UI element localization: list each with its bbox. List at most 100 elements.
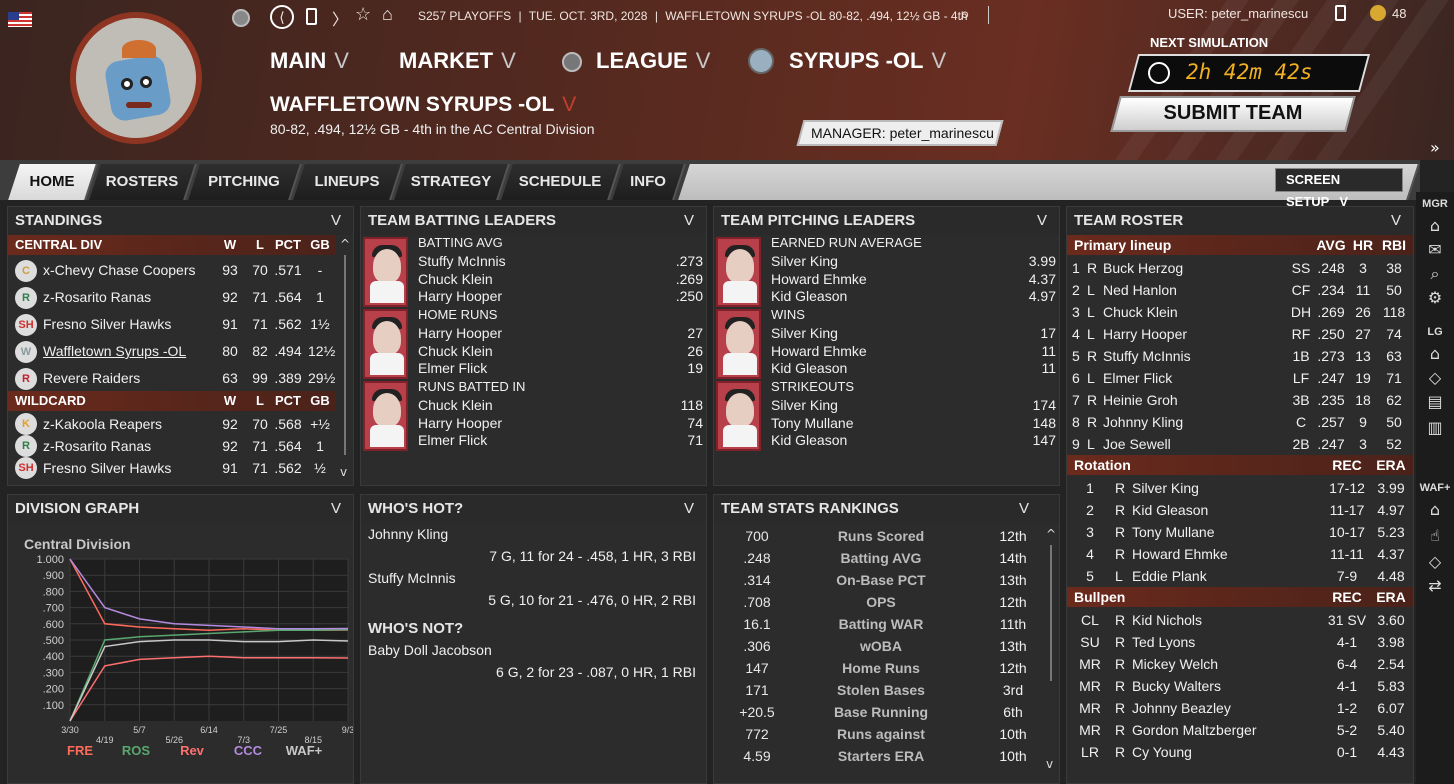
pitcher-name[interactable]: Kid Gleason bbox=[1132, 499, 1208, 521]
chevron-down-icon[interactable]: V bbox=[1037, 207, 1047, 235]
leader-player-name[interactable]: Kid Gleason bbox=[771, 431, 847, 449]
scrollbar[interactable] bbox=[1050, 545, 1052, 681]
leader-player-name[interactable]: Silver King bbox=[771, 252, 838, 270]
gear-icon[interactable]: ⚙ bbox=[1422, 288, 1448, 307]
chevron-down-icon[interactable]: V bbox=[331, 495, 341, 523]
team-name[interactable]: x-Chevy Chase Coopers bbox=[43, 257, 196, 284]
pitcher-row[interactable]: SU R Ted Lyons 4-1 3.98 bbox=[1067, 631, 1413, 653]
team-name[interactable]: WAFFLETOWN SYRUPS -OL V bbox=[270, 93, 576, 117]
phone-icon[interactable] bbox=[306, 8, 317, 25]
back-icon[interactable]: ⟨ bbox=[270, 5, 294, 29]
expand-icon[interactable]: » bbox=[1430, 138, 1440, 157]
leader-player-name[interactable]: Harry Hooper bbox=[418, 414, 502, 432]
standings-row[interactable]: SH Fresno Silver Hawks 91 71 .562 1½ bbox=[8, 311, 336, 338]
tab-strategy[interactable]: STRATEGY bbox=[394, 164, 510, 200]
lineup-row[interactable]: 4 L Harry Hooper RF .250 27 74 bbox=[1067, 323, 1413, 345]
leader-player-name[interactable]: Tony Mullane bbox=[771, 414, 854, 432]
hot-player-name[interactable]: Johnny Kling bbox=[368, 523, 448, 545]
lineup-row[interactable]: 6 L Elmer Flick LF .247 19 71 bbox=[1067, 367, 1413, 389]
pitcher-name[interactable]: Gordon Maltzberger bbox=[1132, 719, 1257, 741]
star-icon[interactable]: ☆ bbox=[355, 4, 371, 25]
pitcher-row[interactable]: 4 R Howard Ehmke 11-11 4.37 bbox=[1067, 543, 1413, 565]
search-icon[interactable]: ⌕ bbox=[1422, 264, 1448, 284]
tab-home[interactable]: HOME bbox=[8, 164, 98, 200]
leader-player-name[interactable]: Harry Hooper bbox=[418, 324, 502, 342]
team-name[interactable]: Fresno Silver Hawks bbox=[43, 311, 171, 338]
stats-icon[interactable]: ▥ bbox=[1422, 418, 1448, 437]
chevron-down-icon[interactable]: V bbox=[331, 207, 341, 235]
leader-player-name[interactable]: Howard Ehmke bbox=[771, 342, 867, 360]
diamond-icon[interactable]: ◇ bbox=[1422, 368, 1448, 387]
player-card[interactable] bbox=[716, 381, 761, 451]
search-icon[interactable]: ⌕ bbox=[960, 4, 970, 25]
pitcher-name[interactable]: Cy Young bbox=[1132, 741, 1192, 763]
nav-league[interactable]: LEAGUE V bbox=[596, 48, 710, 74]
screen-setup-button[interactable]: SCREEN SETUP V bbox=[1275, 168, 1403, 209]
chevron-down-icon[interactable]: V bbox=[1391, 207, 1401, 235]
pitcher-row[interactable]: 5 L Eddie Plank 7-9 4.48 bbox=[1067, 565, 1413, 587]
user-label[interactable]: USER: peter_marinescu bbox=[1168, 6, 1308, 21]
leader-player-name[interactable]: Silver King bbox=[771, 324, 838, 342]
lineup-row[interactable]: 5 R Stuffy McInnis 1B .273 13 63 bbox=[1067, 345, 1413, 367]
pitcher-name[interactable]: Howard Ehmke bbox=[1132, 543, 1228, 565]
scroll-down-icon[interactable]: v bbox=[340, 465, 350, 479]
lineup-player[interactable]: Johnny Kling bbox=[1103, 411, 1183, 433]
home-icon[interactable]: ⌂ bbox=[1422, 344, 1448, 363]
pitcher-name[interactable]: Eddie Plank bbox=[1132, 565, 1207, 587]
pitcher-row[interactable]: 2 R Kid Gleason 11-17 4.97 bbox=[1067, 499, 1413, 521]
chevron-down-icon[interactable]: V bbox=[684, 495, 694, 523]
diamond-icon[interactable]: ◇ bbox=[1422, 552, 1448, 571]
nav-market[interactable]: MARKET V bbox=[399, 48, 516, 74]
scroll-down-icon[interactable]: v bbox=[1046, 757, 1056, 771]
league-ball-icon[interactable] bbox=[232, 9, 250, 27]
home-icon[interactable]: ⌂ bbox=[1422, 500, 1448, 519]
pitcher-row[interactable]: MR R Gordon Maltzberger 5-2 5.40 bbox=[1067, 719, 1413, 741]
pitcher-row[interactable]: CL R Kid Nichols 31 SV 3.60 bbox=[1067, 609, 1413, 631]
nav-main[interactable]: MAIN V bbox=[270, 48, 349, 74]
leader-player-name[interactable]: Silver King bbox=[771, 396, 838, 414]
lineup-row[interactable]: 9 L Joe Sewell 2B .247 3 52 bbox=[1067, 433, 1413, 455]
device-icon[interactable] bbox=[1335, 5, 1346, 21]
lineup-player[interactable]: Stuffy McInnis bbox=[1103, 345, 1191, 367]
hot-player-name[interactable]: Stuffy McInnis bbox=[368, 567, 456, 589]
pitcher-row[interactable]: 1 R Silver King 17-12 3.99 bbox=[1067, 477, 1413, 499]
scroll-up-icon[interactable]: ^ bbox=[1046, 527, 1056, 541]
standings-row[interactable]: SH Fresno Silver Hawks 91 71 .562 ½ bbox=[8, 457, 336, 479]
lineup-player[interactable]: Ned Hanlon bbox=[1103, 279, 1177, 301]
leader-player-name[interactable]: Elmer Flick bbox=[418, 431, 487, 449]
tab-info[interactable]: INFO bbox=[612, 164, 686, 200]
leader-player-name[interactable]: Elmer Flick bbox=[418, 359, 487, 377]
pitcher-name[interactable]: Mickey Welch bbox=[1132, 653, 1218, 675]
chevron-down-icon[interactable]: V bbox=[1019, 495, 1029, 523]
nav-team[interactable]: SYRUPS -OL V bbox=[789, 48, 946, 74]
leader-player-name[interactable]: Harry Hooper bbox=[418, 287, 502, 305]
team-name[interactable]: Waffletown Syrups -OL bbox=[43, 338, 186, 365]
standings-row[interactable]: R Revere Raiders 63 99 .389 29½ bbox=[8, 365, 336, 392]
standings-row[interactable]: Kz-Kakoola Reapers 92 70 .568 +½ bbox=[8, 413, 336, 435]
standings-row[interactable]: W Waffletown Syrups -OL 80 82 .494 12½ bbox=[8, 338, 336, 365]
lineup-row[interactable]: 8 R Johnny Kling C .257 9 50 bbox=[1067, 411, 1413, 433]
leader-player-name[interactable]: Stuffy McInnis bbox=[418, 252, 506, 270]
standings-row[interactable]: Rz-Rosarito Ranas 92 71 .564 1 bbox=[8, 284, 336, 311]
tab-lineups[interactable]: LINEUPS bbox=[293, 164, 403, 200]
leader-player-name[interactable]: Kid Gleason bbox=[771, 359, 847, 377]
pitcher-name[interactable]: Bucky Walters bbox=[1132, 675, 1221, 697]
team-name[interactable]: z-Rosarito Ranas bbox=[43, 284, 151, 311]
lineup-row[interactable]: 2 L Ned Hanlon CF .234 11 50 bbox=[1067, 279, 1413, 301]
leader-player-name[interactable]: Chuck Klein bbox=[418, 396, 493, 414]
pitcher-name[interactable]: Tony Mullane bbox=[1132, 521, 1215, 543]
flag-icon[interactable] bbox=[8, 12, 32, 27]
player-card[interactable] bbox=[363, 381, 408, 451]
pitcher-row[interactable]: LR R Cy Young 0-1 4.43 bbox=[1067, 741, 1413, 763]
standings-row[interactable]: Rz-Rosarito Ranas 92 71 .564 1 bbox=[8, 435, 336, 457]
home-icon[interactable]: ⌂ bbox=[382, 4, 393, 25]
leader-player-name[interactable]: Chuck Klein bbox=[418, 342, 493, 360]
leader-player-name[interactable]: Howard Ehmke bbox=[771, 270, 867, 288]
forward-icon[interactable]: 〉 bbox=[332, 6, 348, 30]
player-card[interactable] bbox=[363, 309, 408, 379]
scrollbar[interactable] bbox=[344, 255, 346, 455]
lineup-row[interactable]: 1 R Buck Herzog SS .248 3 38 bbox=[1067, 257, 1413, 279]
leader-player-name[interactable]: Kid Gleason bbox=[771, 287, 847, 305]
tab-pitching[interactable]: PITCHING bbox=[188, 164, 302, 200]
team-name[interactable]: z-Rosarito Ranas bbox=[43, 435, 151, 457]
